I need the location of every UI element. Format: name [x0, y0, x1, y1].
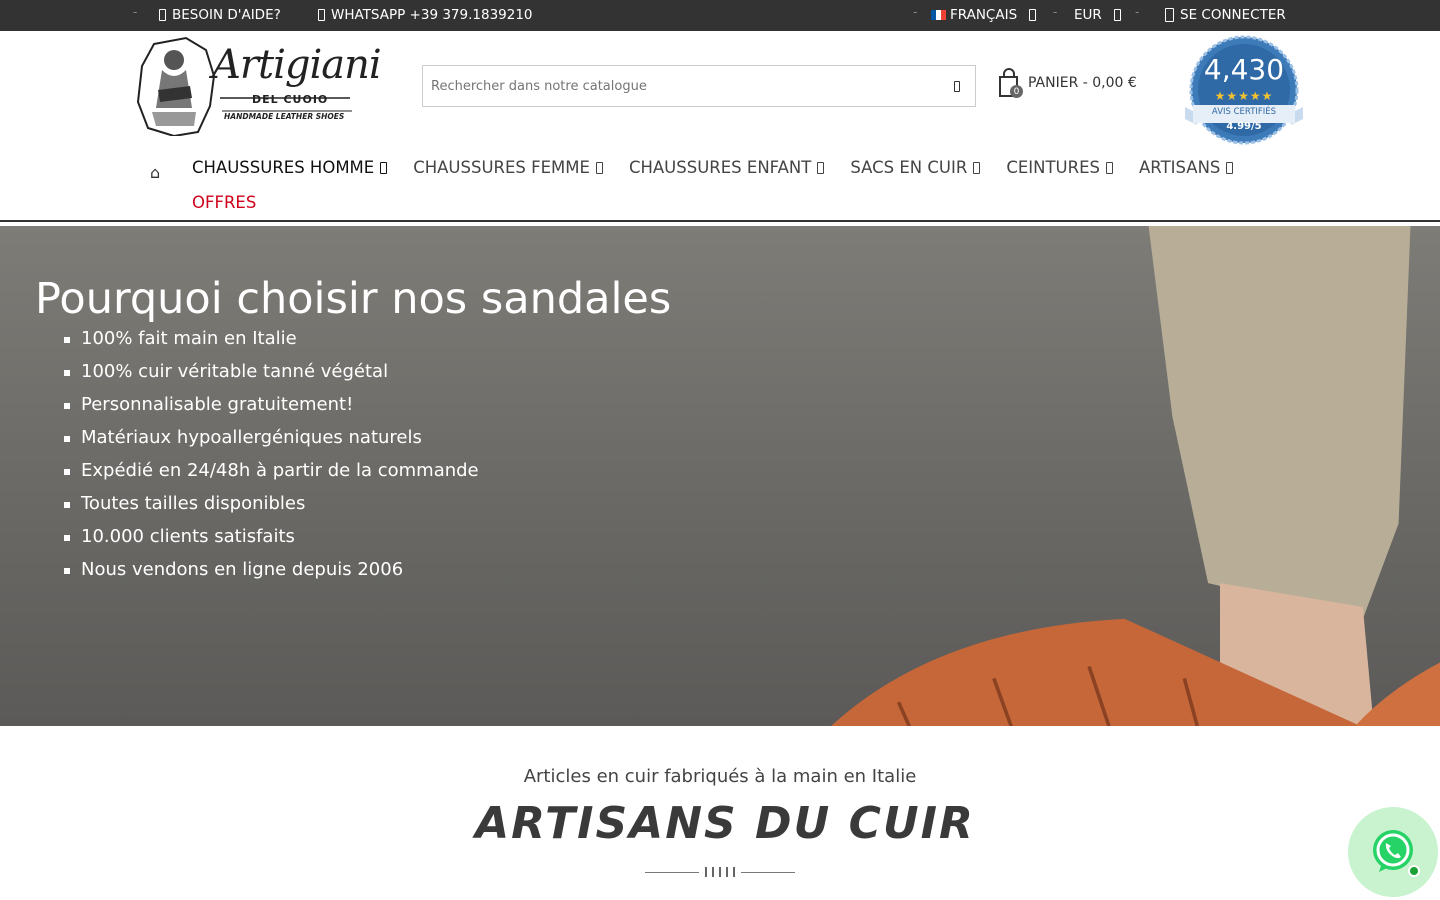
nav-item-chaussures-enfant[interactable]: CHAUSSURES ENFANT: [628, 158, 825, 177]
divider-ticks: [705, 867, 735, 877]
separator: -: [1135, 5, 1140, 19]
nav-item-label: CHAUSSURES ENFANT: [628, 158, 812, 177]
logo-subtitle: DEL CUOIO: [252, 93, 329, 106]
reviews-count: 4,430: [1203, 53, 1285, 86]
top-bar: - BESOIN D'AIDE? WHATSAPP +39 379.183921…: [0, 0, 1440, 31]
chevron-down-icon: [380, 161, 388, 174]
whatsapp-link[interactable]: WHATSAPP +39 379.1839210: [318, 7, 533, 23]
hero-benefit-item: 100% cuir véritable tanné végétal: [64, 360, 479, 393]
hero-benefit-item: Nous vendons en ligne depuis 2006: [64, 558, 479, 591]
shopping-bag-icon: 0: [998, 68, 1023, 98]
language-selector[interactable]: FRANÇAIS: [931, 7, 1037, 23]
hero-benefit-item: Matériaux hypoallergéniques naturels: [64, 426, 479, 459]
divider-line: [645, 871, 699, 873]
nav-item-offres[interactable]: OFFRES: [192, 193, 256, 212]
reviews-badge[interactable]: 4,430 ★★★★★ AVIS CERTIFIÉS 4.99/5: [1183, 35, 1305, 145]
chevron-down-icon: [595, 161, 603, 174]
chevron-down-icon: [1106, 161, 1114, 174]
login-link[interactable]: SE CONNECTER: [1165, 7, 1286, 23]
logo-tagline: HANDMADE LEATHER SHOES: [224, 112, 345, 121]
hero-benefits-list: 100% fait main en Italie 100% cuir vérit…: [64, 327, 479, 591]
chevron-down-icon: [973, 161, 981, 174]
chevron-down-icon: [817, 161, 825, 174]
search-input[interactable]: [423, 66, 939, 106]
user-icon: [1165, 8, 1174, 22]
nav-item-artisans[interactable]: ARTISANS: [1139, 158, 1234, 177]
hero-title: Pourquoi choisir nos sandales: [35, 274, 672, 324]
hero-benefit-item: Toutes tailles disponibles: [64, 492, 479, 525]
nav-item-ceintures[interactable]: CEINTURES: [1006, 158, 1114, 177]
help-label: BESOIN D'AIDE?: [172, 7, 281, 23]
nav-item-label: CHAUSSURES FEMME: [413, 158, 590, 177]
nav-menu: CHAUSSURES HOMME CHAUSSURES FEMME CHAUSS…: [192, 158, 1234, 177]
hero-benefit-item: 10.000 clients satisfaits: [64, 525, 479, 558]
france-flag-icon: [931, 10, 946, 20]
currency-selector[interactable]: EUR: [1074, 7, 1121, 23]
cart-link[interactable]: 0 PANIER - 0,00 €: [998, 68, 1137, 98]
site-logo[interactable]: Artigiani DEL CUOIO HANDMADE LEATHER SHO…: [134, 36, 382, 138]
whatsapp-label: WHATSAPP +39 379.1839210: [331, 7, 533, 23]
reviews-score: 4.99/5: [1226, 121, 1262, 132]
nav-item-chaussures-femme[interactable]: CHAUSSURES FEMME: [413, 158, 603, 177]
nav-item-label: CHAUSSURES HOMME: [192, 158, 375, 177]
language-label: FRANÇAIS: [950, 7, 1018, 23]
section-headline: ARTISANS DU CUIR: [475, 798, 975, 849]
logo-script-text: Artigiani: [212, 42, 382, 88]
login-label: SE CONNECTER: [1180, 7, 1286, 23]
hero-benefit-item: Expédié en 24/48h à partir de la command…: [64, 459, 479, 492]
chevron-down-icon: [1113, 9, 1121, 21]
chevron-down-icon: [1226, 161, 1234, 174]
search-bar: [422, 65, 976, 107]
cart-label: PANIER - 0,00 €: [1028, 75, 1137, 91]
separator: -: [913, 5, 918, 19]
nav-item-label: CEINTURES: [1006, 158, 1101, 177]
chevron-down-icon: [1029, 9, 1037, 21]
section-subtitle: Articles en cuir fabriqués à la main en …: [523, 766, 917, 787]
home-icon[interactable]: ⌂: [150, 163, 160, 182]
separator: -: [133, 5, 138, 19]
divider-line: [741, 871, 795, 873]
separator: -: [1053, 5, 1058, 19]
main-nav: ⌂ CHAUSSURES HOMME CHAUSSURES FEMME CHAU…: [0, 150, 1440, 222]
reviews-label: AVIS CERTIFIÉS: [1211, 107, 1277, 117]
nav-item-chaussures-homme[interactable]: CHAUSSURES HOMME: [192, 158, 388, 177]
nav-item-label: ARTISANS: [1139, 158, 1221, 177]
nav-item-sacs-en-cuir[interactable]: SACS EN CUIR: [850, 158, 981, 177]
section-divider: [645, 866, 795, 878]
help-link[interactable]: BESOIN D'AIDE?: [159, 7, 281, 23]
hero-benefit-item: Personnalisable gratuitement!: [64, 393, 479, 426]
hero-banner[interactable]: Pourquoi choisir nos sandales 100% fait …: [0, 226, 1440, 726]
cart-count-badge: 0: [1010, 85, 1023, 98]
currency-label: EUR: [1074, 7, 1102, 23]
search-icon: [954, 80, 960, 92]
nav-item-label: SACS EN CUIR: [850, 158, 968, 177]
search-button[interactable]: [939, 66, 975, 106]
online-status-dot: [1408, 865, 1420, 877]
reviews-stars: ★★★★★: [1214, 89, 1274, 103]
whatsapp-chat-button[interactable]: [1348, 807, 1438, 897]
help-icon: [159, 9, 166, 21]
whatsapp-icon: [318, 9, 325, 21]
hero-benefit-item: 100% fait main en Italie: [64, 327, 479, 360]
